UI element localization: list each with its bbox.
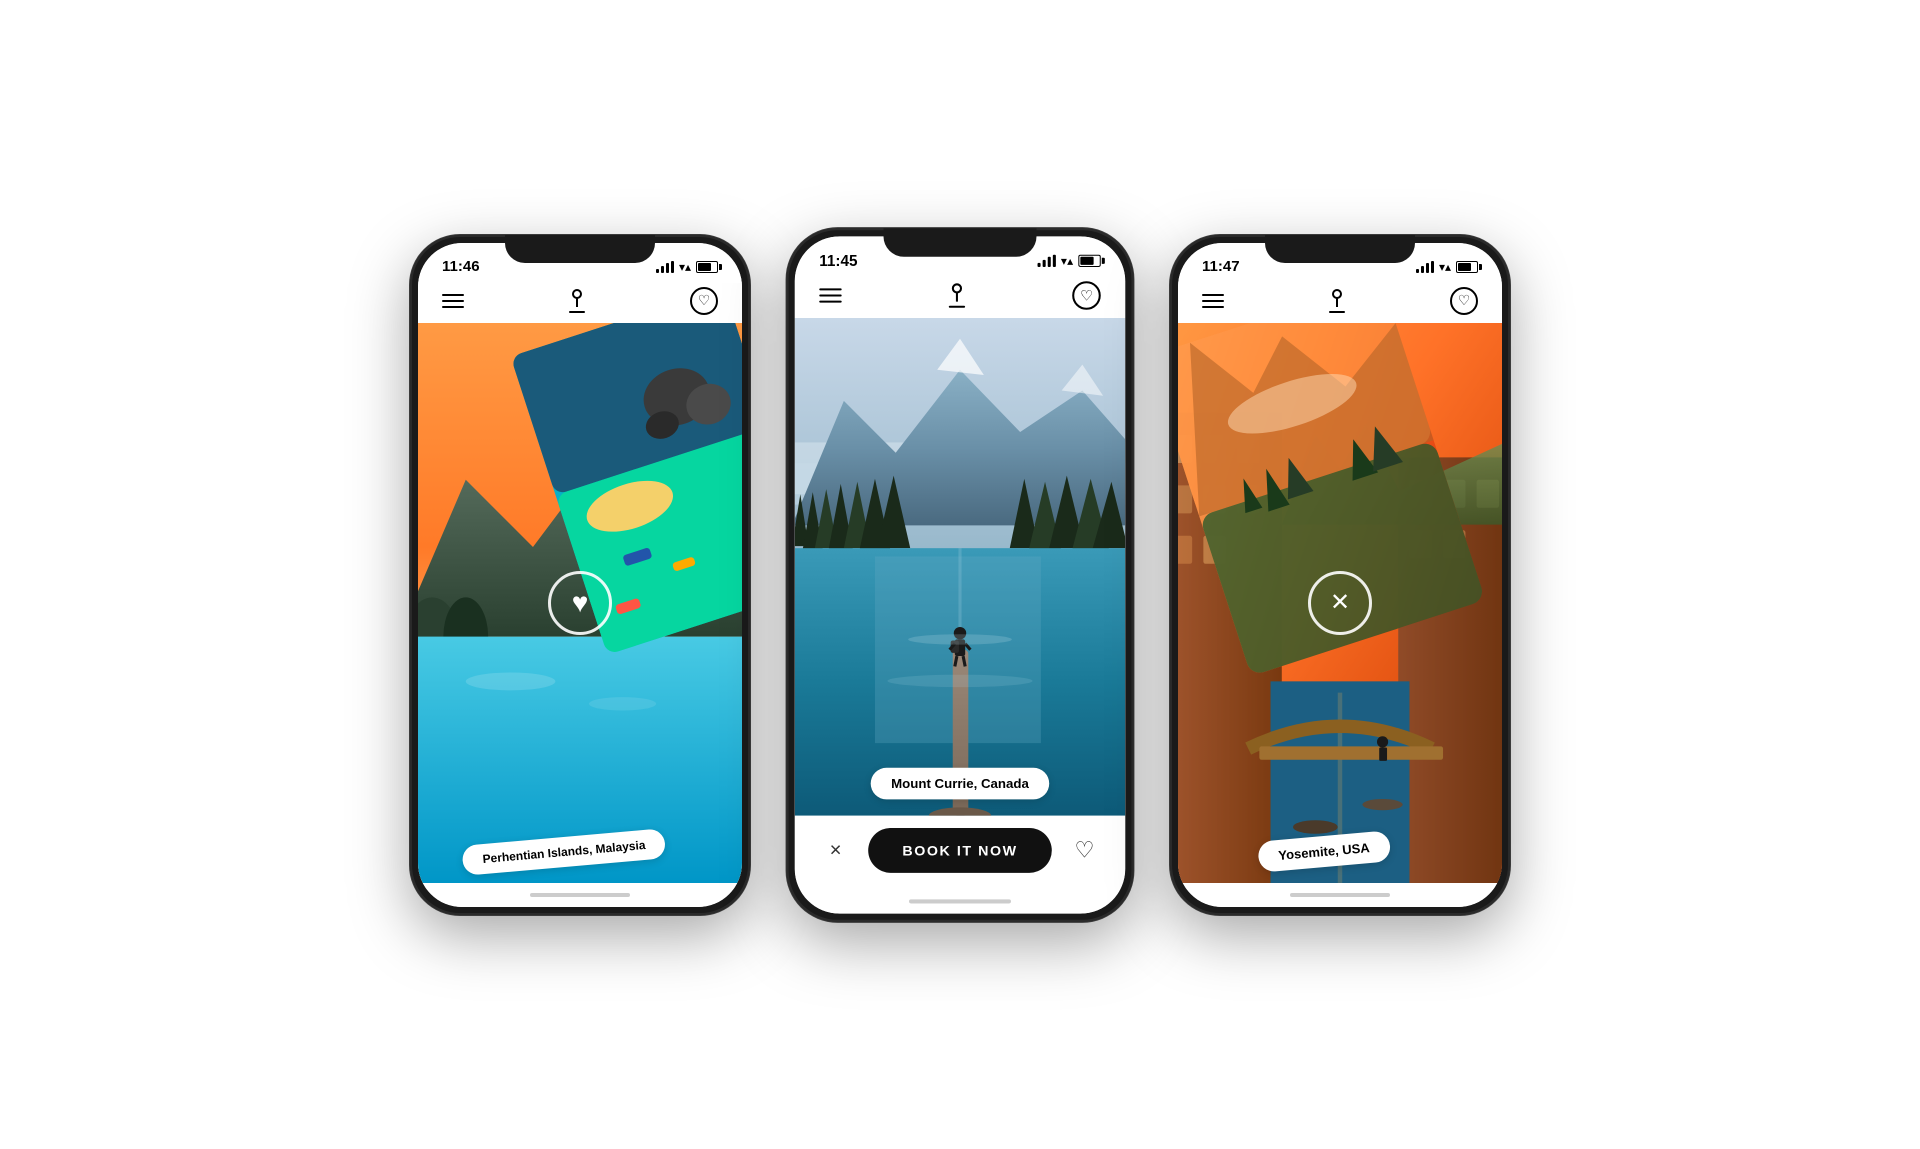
right-home-indicator: [1178, 883, 1502, 907]
right-logo-pin: [1332, 289, 1342, 299]
middle-signal-icon: [1037, 254, 1055, 266]
middle-action-bar: × BOOK IT NOW ♡: [795, 815, 1125, 888]
left-favorites-icon[interactable]: ♡: [690, 287, 718, 315]
right-logo-base: [1329, 311, 1345, 313]
middle-favorites-icon[interactable]: ♡: [1072, 281, 1101, 310]
right-phone: 11:47 ▾▴: [1170, 235, 1510, 915]
right-menu-icon[interactable]: [1202, 294, 1224, 308]
left-logo-pin: [572, 289, 582, 299]
left-action-circle[interactable]: ♥: [548, 571, 612, 635]
left-signal-icon: [656, 261, 674, 273]
middle-time: 11:45: [819, 252, 857, 269]
left-phone: 11:46 ▾▴: [410, 235, 750, 915]
middle-content: Mount Currie, Canada: [795, 317, 1125, 815]
left-phone-screen: 11:46 ▾▴: [418, 243, 742, 907]
right-signal-icon: [1416, 261, 1434, 273]
middle-menu-icon[interactable]: [819, 288, 841, 302]
left-status-icons: ▾▴: [656, 260, 718, 274]
right-wifi-icon: ▾▴: [1439, 260, 1451, 274]
right-logo: [1329, 289, 1345, 313]
middle-nav-bar: ♡: [795, 277, 1125, 318]
middle-logo-base: [949, 305, 965, 307]
right-status-bar: 11:47 ▾▴: [1178, 243, 1502, 283]
phones-container: 11:46 ▾▴: [370, 195, 1550, 955]
right-phone-screen: 11:47 ▾▴: [1178, 243, 1502, 907]
middle-status-bar: 11:45 ▾▴: [795, 236, 1125, 277]
middle-phone: 11:45 ▾▴: [787, 228, 1134, 922]
middle-logo: [949, 283, 965, 307]
left-nav-bar: ♡: [418, 283, 742, 323]
middle-wifi-icon: ▾▴: [1061, 253, 1073, 267]
save-button[interactable]: ♡: [1064, 830, 1105, 871]
left-menu-icon[interactable]: [442, 294, 464, 308]
book-now-button[interactable]: BOOK IT NOW: [868, 827, 1052, 872]
right-battery-icon: [1456, 261, 1478, 273]
right-content: ✕ Yosemite, USA: [1178, 323, 1502, 883]
right-favorites-icon[interactable]: ♡: [1450, 287, 1478, 315]
middle-status-icons: ▾▴: [1037, 253, 1100, 267]
middle-location-label: Mount Currie, Canada: [871, 767, 1050, 799]
middle-logo-pin: [952, 283, 962, 293]
left-status-bar: 11:46 ▾▴: [418, 243, 742, 283]
middle-home-indicator: [795, 889, 1125, 913]
left-logo: [569, 289, 585, 313]
middle-scene-svg: [795, 317, 1125, 815]
left-content: ♥ Perhentian Islands, Malaysia: [418, 323, 742, 883]
left-logo-base: [569, 311, 585, 313]
right-nav-bar: ♡: [1178, 283, 1502, 323]
right-time: 11:47: [1202, 258, 1240, 275]
middle-battery-icon: [1078, 254, 1100, 266]
close-button[interactable]: ×: [815, 830, 856, 871]
left-battery-icon: [696, 261, 718, 273]
left-time: 11:46: [442, 258, 480, 275]
right-action-circle[interactable]: ✕: [1308, 571, 1372, 635]
left-wifi-icon: ▾▴: [679, 260, 691, 274]
right-status-icons: ▾▴: [1416, 260, 1478, 274]
middle-phone-screen: 11:45 ▾▴: [795, 236, 1125, 913]
left-home-indicator: [418, 883, 742, 907]
